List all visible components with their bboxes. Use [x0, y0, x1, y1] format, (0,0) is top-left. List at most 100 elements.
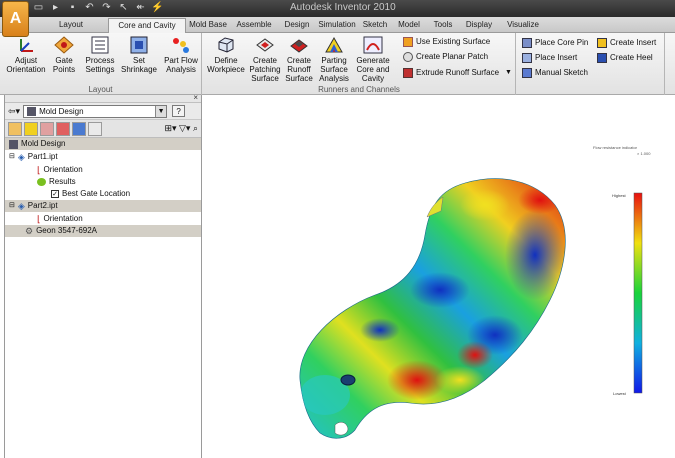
- define-workpiece-button[interactable]: Define Workpiece: [205, 36, 247, 74]
- update-icon[interactable]: ⚡: [151, 2, 164, 14]
- material-icon[interactable]: [40, 121, 54, 136]
- adjust-orientation-button[interactable]: Adjust Orientation: [6, 36, 46, 74]
- quick-access-toolbar: ▭ ▸ ▪ ↶ ↷ ↖ ↞ ⚡: [32, 1, 164, 15]
- results-icon: [37, 178, 46, 186]
- collapse-icon[interactable]: ⊟: [9, 200, 15, 212]
- checkbox-icon[interactable]: ✓: [51, 190, 59, 198]
- tab-visualize[interactable]: Visualize: [505, 18, 541, 33]
- tree-node-mold-design[interactable]: Mold Design: [9, 138, 65, 150]
- tab-layout[interactable]: Layout: [36, 18, 106, 33]
- layout-panel: Adjust Orientation Gate Points Process S…: [0, 33, 202, 95]
- gate-points-button[interactable]: Gate Points: [47, 36, 81, 74]
- filter-icon[interactable]: ⊞▾ ▽▾ ⌕: [164, 123, 198, 134]
- runners-and-channels-panel: Define Workpiece Create Patching Surface…: [203, 33, 516, 95]
- place-core-pin-button[interactable]: Place Core Pin: [522, 36, 588, 49]
- parting-analysis-icon: [325, 36, 343, 53]
- back-icon[interactable]: ⇦▾: [8, 106, 20, 117]
- create-heel-icon: [597, 52, 607, 63]
- tree-node-orientation-1[interactable]: ⌊ Orientation: [37, 164, 83, 176]
- browser-icon-toolbar: ⊞▾ ▽▾ ⌕: [5, 120, 201, 138]
- legend-high-label: Highest: [612, 193, 626, 198]
- create-planar-patch-button[interactable]: Create Planar Patch: [403, 50, 488, 63]
- define-workpiece-icon: [218, 37, 234, 53]
- planar-patch-icon: [403, 51, 413, 62]
- patching-surface-icon: [256, 38, 274, 52]
- manual-sketch-button[interactable]: Manual Sketch: [522, 66, 588, 79]
- chevron-down-icon[interactable]: ▼: [155, 105, 167, 117]
- set-shrinkage-icon: [130, 36, 148, 54]
- existing-surface-icon: [403, 36, 413, 47]
- select-icon[interactable]: ↖: [117, 2, 130, 14]
- create-heel-button[interactable]: Create Heel: [597, 51, 653, 64]
- return-icon[interactable]: ↞: [134, 2, 147, 14]
- redo-icon[interactable]: ↷: [100, 2, 113, 14]
- tree-node-best-gate-location[interactable]: ✓ Best Gate Location: [51, 188, 130, 200]
- tab-display[interactable]: Display: [463, 18, 495, 33]
- application-menu-button[interactable]: A: [2, 1, 29, 37]
- generate-core-cavity-icon: [363, 36, 383, 54]
- process-settings-button[interactable]: Process Settings: [81, 36, 119, 74]
- tree-node-part2[interactable]: ⊟ ◈ Part2.ipt: [9, 200, 58, 212]
- layout-panel-label: Layout: [88, 85, 113, 94]
- generate-core-and-cavity-button[interactable]: Generate Core and Cavity: [353, 36, 393, 83]
- star-icon[interactable]: [24, 121, 38, 136]
- parting-surface-analysis-button[interactable]: Parting Surface Analysis: [316, 36, 352, 83]
- core-pin-icon: [522, 37, 532, 48]
- tab-design[interactable]: Design: [282, 18, 312, 33]
- tab-simulation[interactable]: Simulation: [316, 18, 358, 33]
- help-button[interactable]: ?: [172, 105, 186, 117]
- tree-node-material[interactable]: ⚙ Geon 3547-692A: [25, 225, 97, 237]
- create-insert-icon: [597, 37, 607, 48]
- runoff-surface-icon: [290, 39, 308, 53]
- runners-panel-label: Runners and Channels: [318, 85, 400, 94]
- orientation-icon: ⌊: [37, 165, 41, 175]
- extrude-runoff-surface-button[interactable]: Extrude Runoff Surface ▼: [403, 66, 512, 79]
- result-color-legend: [633, 192, 643, 394]
- product-icon[interactable]: [8, 121, 22, 136]
- close-icon[interactable]: ×: [193, 93, 198, 102]
- graphics-viewport[interactable]: Flow resistance indicator × 1.000 Highes…: [205, 95, 675, 458]
- undo-icon[interactable]: ↶: [83, 2, 96, 14]
- place-insert-icon: [522, 52, 532, 63]
- mold-design-icon: [9, 139, 18, 149]
- tab-model[interactable]: Model: [395, 18, 423, 33]
- browser-grip[interactable]: ×: [5, 93, 201, 103]
- tab-core-and-cavity[interactable]: Core and Cavity: [108, 18, 186, 33]
- model-browser: × ⇦▾ Mold Design ▼ ? ⊞▾ ▽▾ ⌕ Mold Design…: [4, 93, 202, 458]
- tab-sketch[interactable]: Sketch: [360, 18, 390, 33]
- place-insert-button[interactable]: Place Insert: [522, 51, 577, 64]
- new-file-icon[interactable]: ▭: [32, 2, 45, 14]
- tree-node-orientation-2[interactable]: ⌊ Orientation: [37, 213, 83, 225]
- tree-node-part1[interactable]: ⊟ ◈ Part1.ipt: [9, 151, 58, 163]
- process-settings-icon: [91, 36, 109, 54]
- tree-node-results[interactable]: Results: [37, 176, 76, 188]
- orientation-icon: ⌊: [37, 214, 41, 224]
- use-existing-surface-button[interactable]: Use Existing Surface: [403, 35, 490, 48]
- browser-mode-select[interactable]: Mold Design ▼: [23, 104, 168, 118]
- part-icon: ◈: [17, 201, 25, 211]
- chevron-down-icon[interactable]: ▼: [505, 66, 512, 79]
- part-icon: ◈: [17, 152, 25, 162]
- tab-assemble[interactable]: Assemble: [234, 18, 274, 33]
- create-insert-button[interactable]: Create Insert: [597, 36, 656, 49]
- create-patching-surface-button[interactable]: Create Patching Surface: [248, 36, 282, 83]
- mold-icon[interactable]: [88, 121, 102, 136]
- browser-selector-row: ⇦▾ Mold Design ▼ ?: [5, 103, 201, 120]
- part-flow-analysis-button[interactable]: Part Flow Analysis: [160, 36, 202, 74]
- window-title: Autodesk Inventor 2010: [290, 2, 396, 13]
- set-shrinkage-button[interactable]: Set Shrinkage: [119, 36, 159, 74]
- mold-design-icon: [27, 106, 37, 116]
- create-runoff-surface-button[interactable]: Create Runoff Surface: [282, 36, 316, 83]
- analysis-icon[interactable]: [56, 121, 70, 136]
- tab-mold-base[interactable]: Mold Base: [188, 18, 228, 33]
- tab-tools[interactable]: Tools: [430, 18, 456, 33]
- ribbon-tab-row: Layout Core and Cavity Mold Base Assembl…: [0, 17, 675, 33]
- material-icon: ⚙: [25, 226, 34, 236]
- legend-low-label: Lowest: [613, 391, 626, 396]
- layout-icon[interactable]: [72, 121, 86, 136]
- save-icon[interactable]: ▪: [66, 2, 79, 14]
- collapse-icon[interactable]: ⊟: [9, 151, 15, 163]
- open-file-icon[interactable]: ▸: [49, 2, 62, 14]
- manual-sketch-icon: [522, 67, 532, 78]
- legend-title: Flow resistance indicator: [593, 145, 638, 150]
